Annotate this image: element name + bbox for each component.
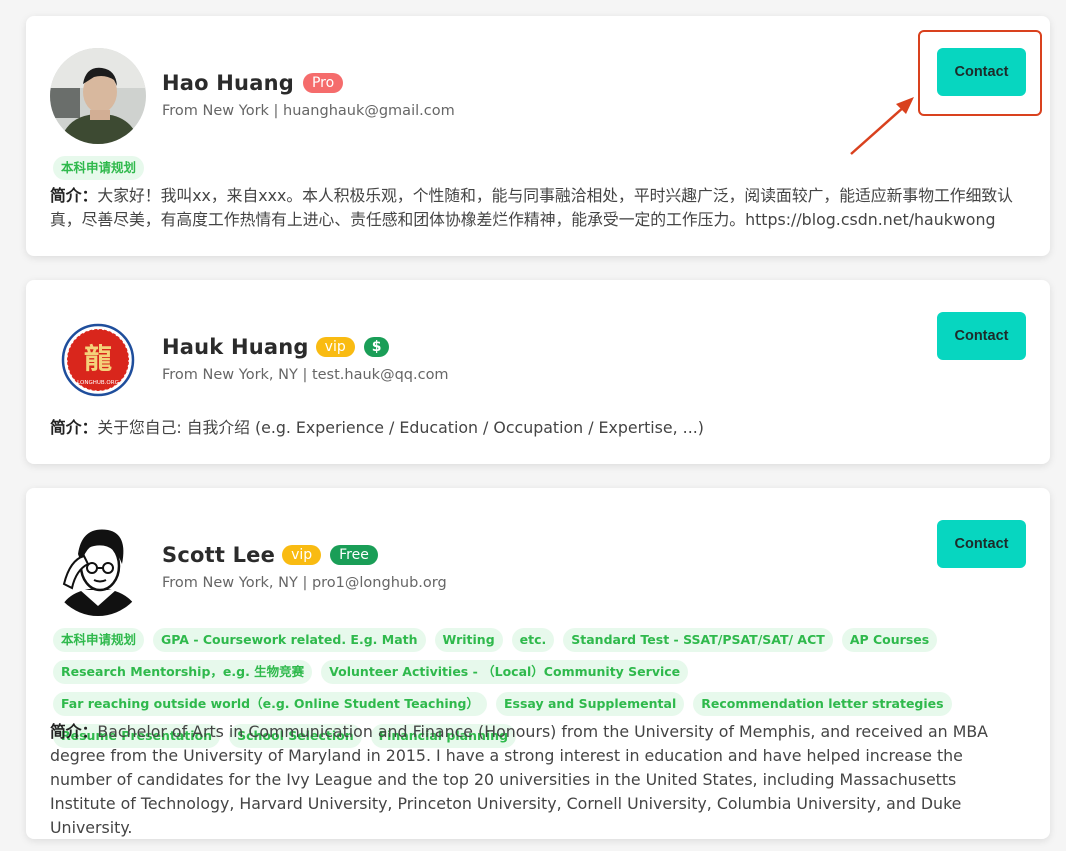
profile-card: Scott Lee vip Free From New York, NY | p… — [26, 488, 1050, 839]
avatar[interactable] — [50, 48, 146, 144]
dollar-badge: $ — [363, 337, 390, 357]
profile-name: Scott Lee — [162, 543, 276, 567]
avatar[interactable] — [50, 520, 146, 616]
bio: 简介：大家好！我叫xx，来自xxx。本人积极乐观，个性随和，能与同事融洽相处，平… — [50, 184, 1024, 232]
tag: Recommendation letter strategies — [693, 692, 952, 716]
contact-button[interactable]: Contact — [937, 312, 1026, 360]
logo-text: LONGHUB.ORG — [77, 380, 119, 386]
bio-text: Bachelor of Arts in Communication and Fi… — [50, 722, 988, 837]
location-email: From New York | huanghauk@gmail.com — [162, 103, 455, 119]
free-badge: Free — [330, 545, 378, 565]
contact-button[interactable]: Contact — [937, 48, 1026, 96]
pro-badge: Pro — [302, 73, 344, 93]
tag: Research Mentorship，e.g. 生物竞赛 — [53, 660, 313, 684]
vip-badge: vip — [315, 337, 355, 357]
tag: Volunteer Activities - （Local）Community … — [321, 660, 689, 684]
location-email: From New York, NY | pro1@longhub.org — [162, 575, 447, 591]
tag: 本科申请规划 — [53, 156, 145, 180]
name-row: Hauk Huang vip $ — [162, 335, 390, 359]
bio-label: 简介： — [50, 722, 98, 741]
svg-text:龍: 龍 — [84, 342, 112, 375]
tag: 本科申请规划 — [53, 628, 145, 652]
profile-card: 龍 LONGHUB.ORG Hauk Huang vip $ From New … — [26, 280, 1050, 464]
tag: Far reaching outside world（e.g. Online S… — [53, 692, 487, 716]
name-row: Hao Huang Pro — [162, 71, 344, 95]
tag: Writing — [434, 628, 503, 652]
name-row: Scott Lee vip Free — [162, 543, 378, 567]
profile-card: Hao Huang Pro From New York | huanghauk@… — [26, 16, 1050, 256]
profile-name: Hauk Huang — [162, 335, 309, 359]
tag: AP Courses — [841, 628, 938, 652]
tag: Essay and Supplemental — [495, 692, 685, 716]
contact-button[interactable]: Contact — [937, 520, 1026, 568]
bio: 简介：Bachelor of Arts in Communication and… — [50, 720, 1024, 840]
bio-label: 简介： — [50, 186, 98, 205]
bio-text: 大家好！我叫xx，来自xxx。本人积极乐观，个性随和，能与同事融洽相处，平时兴趣… — [50, 186, 1013, 229]
location-email: From New York, NY | test.hauk@qq.com — [162, 367, 449, 383]
tag: etc. — [511, 628, 555, 652]
bio-label: 简介： — [50, 418, 98, 437]
bio: 简介：关于您自己: 自我介绍 (e.g. Experience / Educat… — [50, 416, 1024, 440]
profile-name: Hao Huang — [162, 71, 294, 95]
vip-badge: vip — [282, 545, 322, 565]
tag: Standard Test - SSAT/PSAT/SAT/ ACT — [563, 628, 833, 652]
bio-text: 关于您自己: 自我介绍 (e.g. Experience / Education… — [97, 418, 704, 437]
tag: GPA - Coursework related. E.g. Math — [153, 628, 426, 652]
avatar[interactable]: 龍 LONGHUB.ORG — [50, 312, 146, 408]
